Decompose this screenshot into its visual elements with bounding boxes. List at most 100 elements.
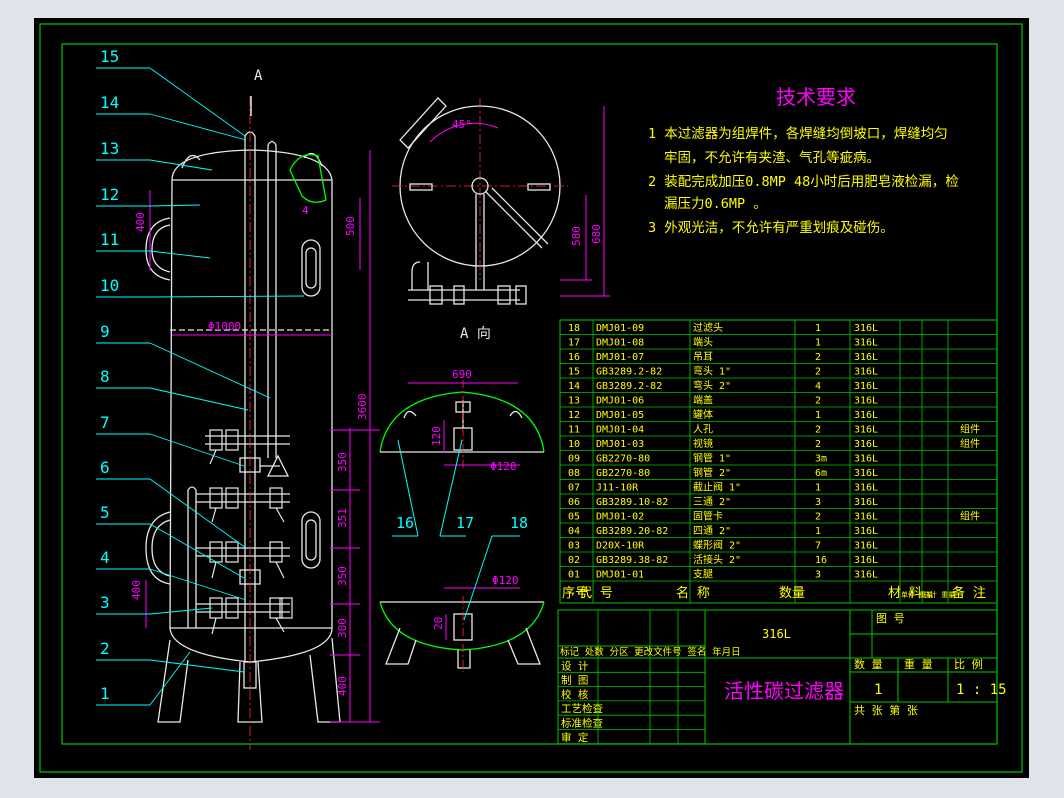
bom-cell-qty: 1 xyxy=(815,338,821,349)
title-material: 316L xyxy=(762,627,791,641)
bom-cell-mat: 316L xyxy=(854,381,878,392)
bom-cell-note: 组件 xyxy=(960,423,980,436)
bom-cell-no: 18 xyxy=(568,323,580,334)
bom-cell-qty: 2 xyxy=(815,439,821,450)
bom-cell-qty: 3 xyxy=(815,497,821,508)
bom-cell-qty: 4 xyxy=(815,381,821,392)
balloon-9: 9 xyxy=(100,322,110,341)
bom-cell-no: 06 xyxy=(568,497,580,508)
balloon-10: 10 xyxy=(100,276,119,295)
bom-cell-mat: 316L xyxy=(854,439,878,450)
bom-header-name: 名 称 xyxy=(676,585,710,601)
bom-cell-mat: 316L xyxy=(854,497,878,508)
bom-cell-qty: 1 xyxy=(815,526,821,537)
bom-cell-qty: 2 xyxy=(815,425,821,436)
bom-cell-qty: 1 xyxy=(815,483,821,494)
bom-cell-code: GB2270-80 xyxy=(596,468,650,479)
bom-cell-mat: 316L xyxy=(854,555,878,566)
dim-diameter-1000: Φ1000 xyxy=(208,320,241,333)
bom-cell-code: J11-10R xyxy=(596,483,639,494)
dim-120-v: 120 xyxy=(430,426,443,446)
bom-cell-code: DMJ01-09 xyxy=(596,323,644,334)
bom-header-total_weight: 总计 重量 xyxy=(923,590,955,599)
cad-viewport: { "section_label": "A", "view_caption": … xyxy=(0,0,1064,798)
bom-cell-no: 16 xyxy=(568,352,580,363)
bom-cell-code: GB2270-80 xyxy=(596,454,650,465)
bom-cell-name: 固管卡 xyxy=(693,510,723,523)
dim-690: 690 xyxy=(452,368,472,381)
bom-cell-note: 组件 xyxy=(960,510,980,523)
bom-cell-code: DMJ01-04 xyxy=(596,425,644,436)
tech-title: 技术要求 xyxy=(776,85,856,109)
bom-cell-mat: 316L xyxy=(854,410,878,421)
bom-cell-mat: 316L xyxy=(854,512,878,523)
bom-cell-no: 15 xyxy=(568,367,580,378)
title-row-label: 校 核 xyxy=(561,688,589,701)
dim-400-left: 400 xyxy=(130,580,143,600)
qty-value: 1 xyxy=(874,682,882,698)
balloon-1: 1 xyxy=(100,684,110,703)
bom-cell-no: 11 xyxy=(568,425,580,436)
bom-cell-no: 03 xyxy=(568,541,580,552)
dim-20: 20 xyxy=(432,617,445,630)
balloon-5: 5 xyxy=(100,503,110,522)
bom-cell-name: 支腿 xyxy=(693,569,713,581)
bom-cell-no: 17 xyxy=(568,338,580,349)
bom-cell-code: GB3289.38-82 xyxy=(596,555,668,566)
drawing-name: 活性碳过滤器 xyxy=(724,679,844,703)
bom-cell-qty: 3 xyxy=(815,570,821,581)
bom-cell-qty: 2 xyxy=(815,367,821,378)
bom-cell-code: GB3289.2-82 xyxy=(596,381,662,392)
tech-line-3: 3 外观光洁，不允许有严重划痕及碰伤。 xyxy=(648,220,894,236)
bom-cell-qty: 2 xyxy=(815,512,821,523)
bom-cell-name: 蝶形阀 2" xyxy=(693,539,741,552)
balloon-12: 12 xyxy=(100,185,119,204)
bom-cell-no: 02 xyxy=(568,555,580,566)
balloon-4: 4 xyxy=(100,548,110,567)
fig-no-label: 图 号 xyxy=(876,612,905,625)
cad-drawing: A 400 500 Φ1000 3600 350 351 350 300 400… xyxy=(34,18,1029,778)
bom-cell-name: 视镜 xyxy=(693,437,713,450)
balloon-3: 3 xyxy=(100,593,110,612)
dim-680: 680 xyxy=(590,224,603,244)
bom-cell-mat: 316L xyxy=(854,396,878,407)
bom-cell-mat: 316L xyxy=(854,454,878,465)
bom-cell-name: 罐体 xyxy=(693,408,713,421)
dim-4: 4 xyxy=(302,204,309,217)
bom-cell-note: 组件 xyxy=(960,437,980,450)
sheet-count: 共 张 第 张 xyxy=(854,703,918,717)
bom-cell-qty: 6m xyxy=(815,468,827,479)
bom-cell-no: 08 xyxy=(568,468,580,479)
bom-cell-qty: 16 xyxy=(815,555,827,566)
tech-line-2b: 漏压力0.6MP 。 xyxy=(664,196,767,212)
bom-cell-mat: 316L xyxy=(854,483,878,494)
bom-cell-no: 10 xyxy=(568,439,580,450)
tech-line-2a: 2 装配完成加压0.8MP 48小时后用肥皂液检漏，检 xyxy=(648,174,959,190)
bom-header-code: 代 号 xyxy=(579,586,613,601)
balloon-13: 13 xyxy=(100,139,119,158)
bom-cell-mat: 316L xyxy=(854,352,878,363)
title-row-label: 标准检查 xyxy=(561,717,603,730)
section-label: A xyxy=(254,68,263,84)
bom-cell-name: 四通 2" xyxy=(693,525,731,537)
dim-phi-120: Φ120 xyxy=(490,460,517,473)
bom-cell-name: 钢管 2" xyxy=(693,466,731,479)
bom-cell-code: GB3289.20-82 xyxy=(596,526,668,537)
bom-cell-name: 弯头 2" xyxy=(693,379,731,392)
balloon-15: 15 xyxy=(100,47,119,66)
bom-cell-no: 09 xyxy=(568,454,580,465)
bom-cell-name: 端头 xyxy=(693,336,713,349)
balloon-14: 14 xyxy=(100,93,119,112)
dim-350-b: 350 xyxy=(336,566,349,586)
scale-label: 比 例 xyxy=(954,657,983,671)
bom-cell-mat: 316L xyxy=(854,338,878,349)
bom-cell-name: 活接头 2" xyxy=(693,553,741,566)
bom-cell-mat: 316L xyxy=(854,526,878,537)
bom-cell-code: DMJ01-03 xyxy=(596,439,644,450)
revision-row: 标记 处数 分区 更改文件号 签名 年月日 xyxy=(560,646,741,658)
dim-phi-120-b: Φ120 xyxy=(492,574,519,587)
balloon-7: 7 xyxy=(100,413,110,432)
bom-cell-name: 人孔 xyxy=(693,424,713,436)
bom-cell-qty: 2 xyxy=(815,352,821,363)
dim-500: 500 xyxy=(344,216,357,236)
